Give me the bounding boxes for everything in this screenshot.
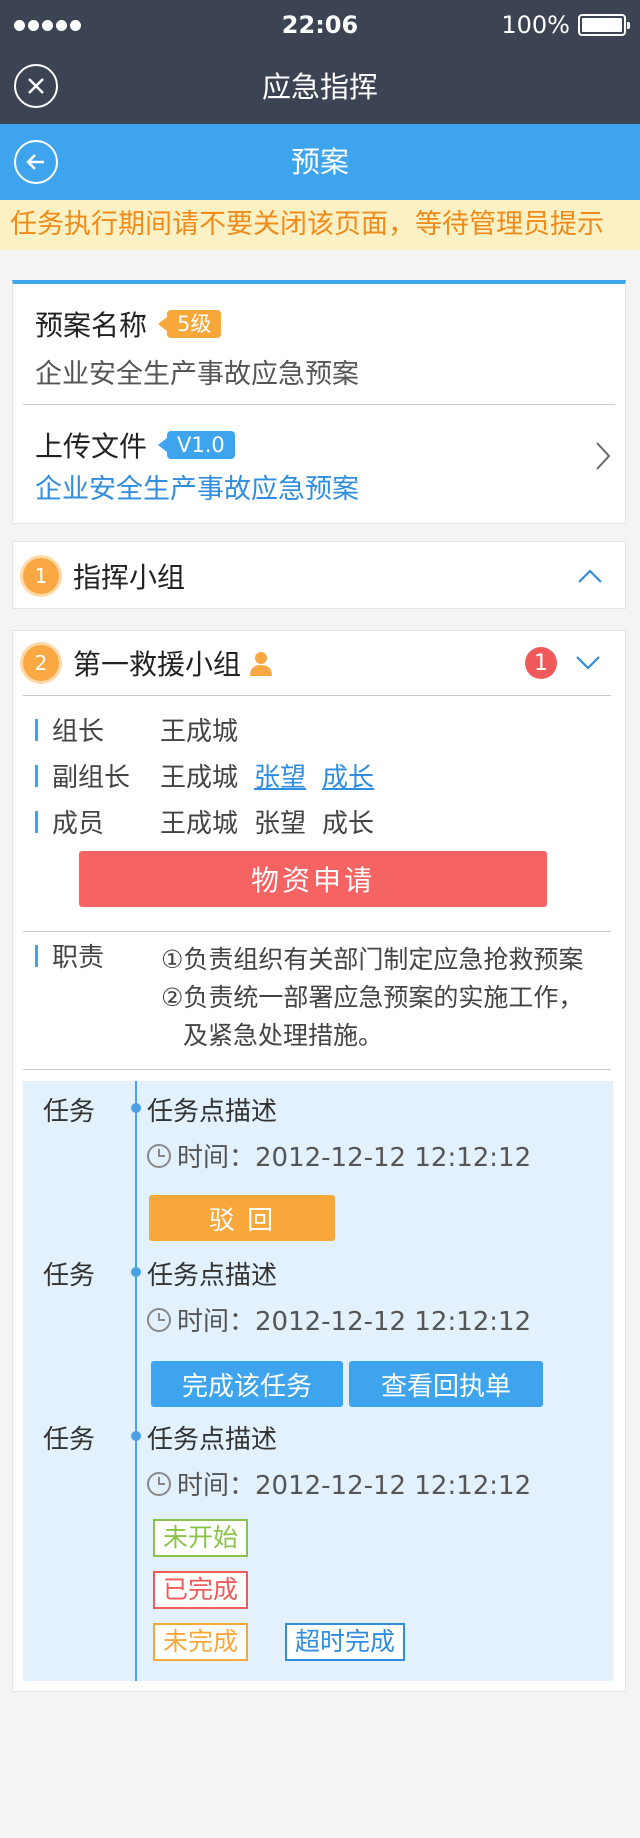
group-index-badge: 2 — [23, 645, 59, 681]
duty-list: ①负责组织有关部门制定应急抢救预案 ②负责统一部署应急预案的实施工作， 及紧急处… — [161, 941, 583, 1055]
task-label: 任务 — [43, 1261, 96, 1291]
duty-label: 职责 — [52, 943, 105, 973]
battery-indicator: 100% — [501, 0, 630, 50]
reject-button[interactable]: 驳 回 — [149, 1195, 335, 1241]
duty-item: ①负责组织有关部门制定应急抢救预案 — [161, 945, 584, 974]
status-completed: 已完成 — [153, 1571, 249, 1609]
battery-icon — [578, 14, 630, 36]
accent-bar — [35, 810, 38, 833]
duty-item: ②负责统一部署应急预案的实施工作， — [161, 983, 584, 1012]
clock-icon — [147, 1143, 171, 1168]
task-time-text: 时间：2012-12-12 12:12:12 — [177, 1143, 532, 1173]
accent-bar — [35, 945, 38, 967]
view-receipt-button[interactable]: 查看回执单 — [349, 1361, 543, 1407]
rescue-group-card: 2 第一救援小组 1 组长 王成城 副组长 王成城 张望 成长 成员 王成城 张… — [12, 630, 626, 1692]
notification-badge: 1 — [525, 647, 557, 679]
member-name: 王成城 — [160, 809, 239, 839]
group-title: 第一救援小组 — [73, 648, 242, 681]
nav-bar: 应急指挥 — [0, 50, 640, 124]
status-incomplete: 未完成 — [153, 1623, 249, 1661]
rescue-group-header[interactable]: 2 第一救援小组 1 — [13, 631, 625, 695]
page-title: 应急指挥 — [261, 70, 378, 104]
group-index-badge: 1 — [23, 558, 59, 594]
task-desc: 任务点描述 — [147, 1261, 278, 1291]
file-link[interactable]: 企业安全生产事故应急预案 — [35, 467, 359, 506]
member-row: 成员 王成城 张望 成长 — [35, 803, 390, 840]
divider — [23, 695, 611, 696]
plan-name: 企业安全生产事故应急预案 — [35, 359, 359, 390]
plan-card: 预案名称 5级 企业安全生产事故应急预案 上传文件 V1.0 企业安全生产事故应… — [12, 280, 626, 524]
deputy-link[interactable]: 成长 — [322, 757, 374, 794]
leader-name: 王成城 — [160, 717, 239, 747]
accent-bar — [35, 764, 38, 787]
clock-icon — [147, 1307, 171, 1332]
leader-row: 组长 王成城 — [35, 711, 254, 748]
task-desc: 任务点描述 — [147, 1097, 278, 1127]
member-label: 成员 — [52, 809, 105, 839]
notice-banner: 任务执行期间请不要关闭该页面，等待管理员提示 — [0, 200, 640, 250]
upload-label: 上传文件 — [35, 430, 148, 463]
deputy-row: 副组长 王成城 张望 成长 — [35, 757, 390, 794]
deputy-label: 副组长 — [52, 763, 131, 793]
task-timeline: 任务 任务点描述 时间：2012-12-12 12:12:12 驳 回 任务 任… — [23, 1081, 613, 1681]
task-label: 任务 — [43, 1425, 96, 1455]
timeline-line — [135, 1081, 137, 1681]
member-name: 张望 — [254, 809, 307, 839]
sub-page-title: 预案 — [290, 145, 349, 179]
version-tag: V1.0 — [158, 431, 235, 459]
status-not-started: 未开始 — [153, 1519, 249, 1557]
plan-name-label: 预案名称 — [35, 309, 148, 342]
chevron-right-icon — [596, 442, 611, 470]
complete-task-button[interactable]: 完成该任务 — [151, 1361, 343, 1407]
duty-item: 及紧急处理措施。 — [183, 1021, 384, 1050]
task-desc: 任务点描述 — [147, 1425, 278, 1455]
timeline-dot — [131, 1267, 141, 1277]
timeline-dot — [131, 1431, 141, 1441]
status-bar: 22:06 100% — [0, 0, 640, 50]
duty-row: 职责 — [35, 937, 148, 974]
member-name: 成长 — [322, 809, 375, 839]
accent-bar — [35, 718, 38, 741]
chevron-down-icon[interactable] — [575, 655, 601, 671]
leader-label: 组长 — [52, 717, 105, 747]
task-time-text: 时间：2012-12-12 12:12:12 — [177, 1471, 532, 1501]
task-time: 时间：2012-12-12 12:12:12 — [147, 1465, 531, 1502]
task-time: 时间：2012-12-12 12:12:12 — [147, 1301, 531, 1338]
status-overtime-completed: 超时完成 — [285, 1623, 406, 1661]
divider — [23, 1069, 611, 1070]
deputy-link[interactable]: 张望 — [254, 757, 306, 794]
task-time: 时间：2012-12-12 12:12:12 — [147, 1137, 531, 1174]
level-tag: 5级 — [157, 310, 222, 338]
chevron-up-icon[interactable] — [577, 568, 603, 584]
command-group-card[interactable]: 1 指挥小组 — [12, 541, 626, 609]
plan-name-row: 预案名称 5级 — [35, 304, 222, 344]
battery-percent: 100% — [501, 11, 570, 39]
clock-icon — [147, 1471, 171, 1496]
person-icon — [250, 652, 273, 676]
group-title: 指挥小组 — [73, 561, 186, 594]
deputy-name: 王成城 — [160, 763, 239, 793]
divider — [23, 931, 611, 932]
task-time-text: 时间：2012-12-12 12:12:12 — [177, 1307, 532, 1337]
sub-nav-bar: 预案 — [0, 124, 640, 200]
material-request-button[interactable]: 物资申请 — [79, 851, 547, 907]
timeline-dot — [131, 1103, 141, 1113]
upload-file-row[interactable]: 上传文件 V1.0 企业安全生产事故应急预案 — [13, 405, 625, 523]
task-label: 任务 — [43, 1097, 96, 1127]
